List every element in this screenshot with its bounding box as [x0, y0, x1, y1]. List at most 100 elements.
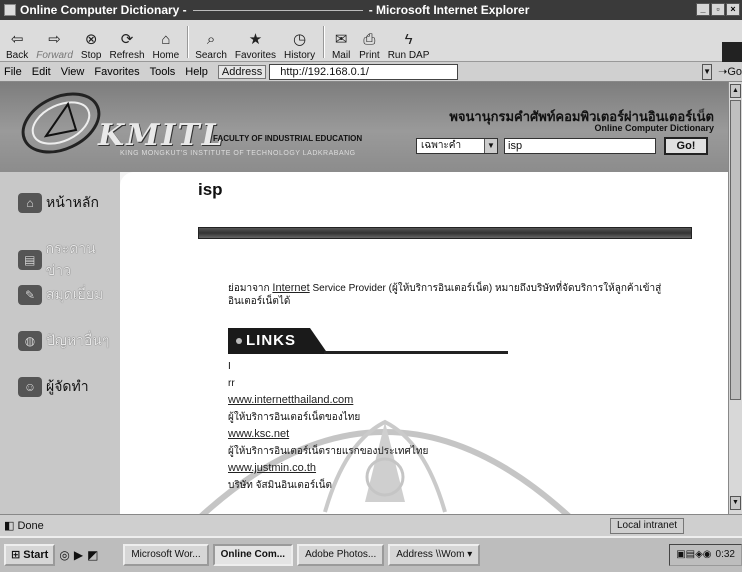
ie-icon[interactable]: ◎ [59, 548, 69, 562]
globe-icon: ◍ [18, 331, 42, 351]
search-icon: ⌕ [206, 30, 216, 48]
newsboard-icon: ▤ [18, 250, 42, 270]
address-label: Address [217, 64, 267, 79]
toolbar-separator [187, 26, 190, 58]
scroll-thumb[interactable] [730, 100, 741, 400]
people-icon: ☺ [18, 377, 42, 397]
sidebar-item-guestbook[interactable]: ✎ สมุดเยี่ยม [18, 284, 103, 306]
taskbar-address-bar[interactable]: Address \\Wom ▾ [388, 544, 481, 566]
chevron-down-icon[interactable]: ▼ [702, 63, 713, 80]
pencil-icon: ✎ [18, 285, 42, 305]
menu-tools[interactable]: Tools [150, 66, 176, 78]
stop-button[interactable]: ⊗ Stop [81, 21, 102, 61]
printer-icon: ⎙ [363, 30, 376, 48]
ie-page-icon: ◧ [4, 520, 18, 532]
sidebar-nav: ⌂ หน้าหลัก ▤ กระดานข่าว ✎ สมุดเยี่ยม ◍ ป… [0, 172, 120, 514]
search-button[interactable]: ⌕ Search [195, 21, 227, 62]
search-mode-select[interactable]: เฉพาะคำ ▼ [416, 138, 498, 154]
internet-link[interactable]: Internet [272, 282, 309, 294]
faculty-name: FACULTY OF INDUSTRIAL EDUCATION [213, 134, 363, 143]
system-tray: ▣▤◈◉ 0:32 [669, 544, 742, 566]
print-button[interactable]: ⎙ Print [359, 21, 380, 62]
scroll-down-icon[interactable]: ▼ [730, 496, 741, 510]
minimize-icon[interactable]: _ [696, 3, 710, 16]
run-dap-label: Run DAP [387, 50, 430, 61]
favorites-button[interactable]: ★ Favorites [235, 21, 276, 61]
links-underline [324, 351, 508, 354]
menu-help[interactable]: Help [185, 66, 208, 78]
window-title-suffix: - Microsoft Internet Explorer [368, 3, 530, 17]
go-label: Go [727, 66, 742, 78]
address-go-button[interactable]: ➝Go [718, 65, 742, 78]
menu-file[interactable]: File [4, 66, 22, 78]
kmitl-emblem-icon [21, 92, 101, 154]
forward-button[interactable]: ⇨ Forward [36, 21, 73, 61]
link-url[interactable]: www.ksc.net [228, 426, 628, 443]
search-label: Search [195, 50, 227, 61]
links-tab: LINKS [228, 328, 328, 354]
sidebar-item-label: ผู้จัดทำ [46, 378, 89, 394]
ie-icon [4, 4, 16, 16]
home-label: Home [152, 50, 180, 61]
home-icon: ⌂ [161, 30, 171, 48]
links-list: I rr www.internetthailand.com ผู้ให้บริก… [228, 358, 628, 494]
definition-prefix: ย่อมาจาก [228, 283, 270, 294]
taskbar-item-browser[interactable]: Online Com... [212, 544, 294, 566]
title-divider [192, 9, 363, 11]
search-mode-value: เฉพาะคำ [421, 140, 462, 151]
address-input[interactable]: http://192.168.0.1/ [269, 63, 459, 80]
sidebar-item-other-problems[interactable]: ◍ ปัญหาอื่นๆ [18, 330, 109, 352]
links-heading-text: LINKS [246, 332, 296, 349]
browser-toolbar: ⇦ Back ⇨ Forward ⊗ Stop ⟳ Refresh ⌂ Home… [0, 20, 742, 78]
vertical-scrollbar[interactable]: ▲ ▼ [728, 82, 742, 514]
restore-icon[interactable]: ▫ [711, 3, 725, 16]
status-bar: ◧ Done Local intranet [0, 514, 742, 536]
list-item: I [228, 361, 231, 372]
taskbar-item-photoshop[interactable]: Adobe Photos... [297, 544, 385, 566]
tray-icons[interactable]: ▣▤◈◉ [676, 545, 711, 565]
taskbar-address-label: Address [396, 549, 433, 560]
menu-view[interactable]: View [61, 66, 85, 78]
history-button[interactable]: ◷ History [284, 21, 315, 61]
window-title-bar[interactable]: Online Computer Dictionary - - Microsoft… [0, 0, 742, 20]
sidebar-item-label: ปัญหาอื่นๆ [46, 332, 110, 348]
back-button[interactable]: ⇦ Back [6, 21, 28, 61]
link-url[interactable]: www.justmin.co.th [228, 460, 628, 477]
sidebar-item-home[interactable]: ⌂ หน้าหลัก [18, 192, 99, 214]
quick-launch: ◎ ▶ ◩ [59, 544, 119, 566]
home-icon: ⌂ [18, 193, 42, 213]
refresh-label: Refresh [109, 50, 145, 61]
toolbar-separator [323, 26, 326, 58]
status-text: Done [17, 519, 44, 532]
close-icon[interactable]: × [726, 3, 740, 16]
home-button[interactable]: ⌂ Home [152, 21, 180, 62]
run-dap-button[interactable]: ϟ Run DAP [387, 21, 430, 62]
links-heading: LINKS [228, 328, 508, 354]
link-description: บริษัท จัสมินอินเตอร์เน็ต [228, 480, 332, 491]
site-title-english: Online Computer Dictionary [594, 123, 714, 133]
search-go-button[interactable]: Go! [664, 137, 708, 155]
favorites-label: Favorites [234, 50, 277, 61]
mail-button[interactable]: ✉ Mail [331, 21, 351, 61]
chevron-down-icon: ▼ [484, 139, 497, 153]
site-header: KMITL FACULTY OF INDUSTRIAL EDUCATION KI… [0, 82, 728, 172]
mail-icon: ✉ [334, 31, 348, 48]
link-url[interactable]: www.internetthailand.com [228, 392, 628, 409]
link-description: ผู้ให้บริการอินเตอร์เน็ตรายแรกของประเทศไ… [228, 446, 429, 457]
sidebar-item-news[interactable]: ▤ กระดานข่าว [18, 238, 120, 282]
search-input[interactable]: isp [504, 138, 656, 154]
desktop-icon[interactable]: ◩ [87, 548, 98, 562]
security-zone: Local intranet [610, 518, 685, 534]
sidebar-item-authors[interactable]: ☺ ผู้จัดทำ [18, 376, 89, 398]
scroll-up-icon[interactable]: ▲ [730, 84, 741, 98]
menu-edit[interactable]: Edit [32, 66, 51, 78]
media-icon[interactable]: ▶ [74, 548, 83, 562]
taskbar-item-word[interactable]: Microsoft Wor... [123, 544, 209, 566]
menu-bar: File Edit View Favorites Tools Help Addr… [0, 62, 742, 82]
start-button[interactable]: ⊞ Start [4, 544, 56, 566]
menu-favorites[interactable]: Favorites [94, 66, 139, 78]
term-definition: ย่อมาจาก Internet Service Provider (ผู้ใ… [228, 282, 698, 308]
clock: 0:32 [715, 549, 735, 560]
sidebar-item-label: หน้าหลัก [46, 194, 99, 210]
refresh-button[interactable]: ⟳ Refresh [110, 21, 145, 61]
